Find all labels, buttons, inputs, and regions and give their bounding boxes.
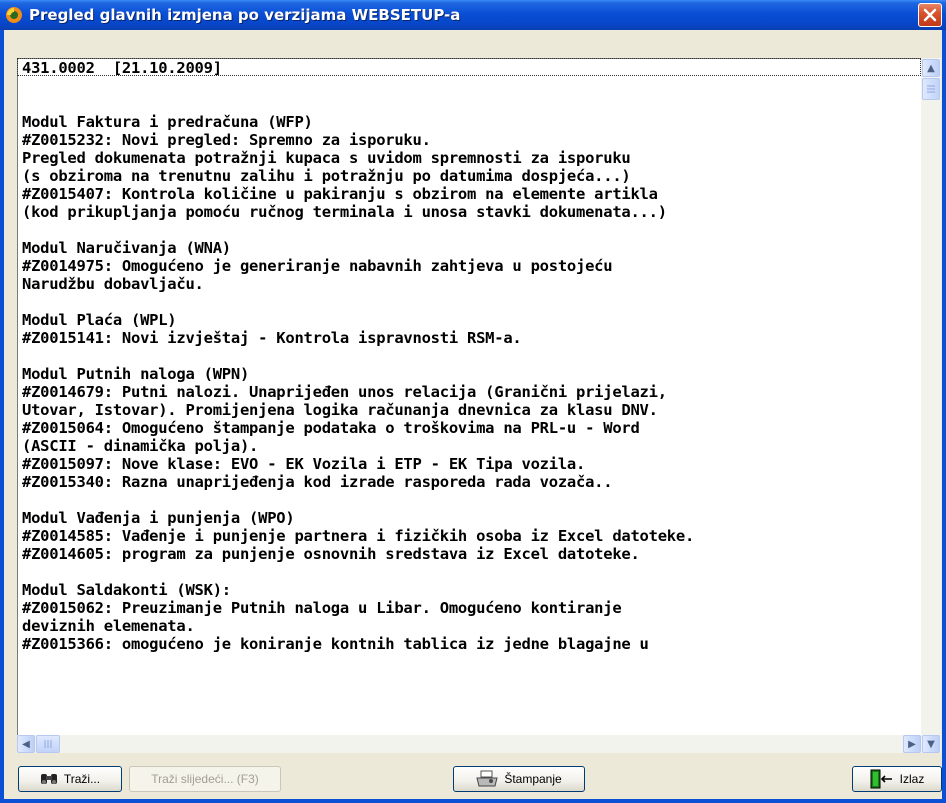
text-line: #Z0014585: Vađenje i punjenje partnera i… [22, 527, 695, 545]
text-line: #Z0015340: Razna unaprijeđenja kod izrad… [22, 473, 613, 491]
window-frame-left [0, 30, 4, 803]
text-line [22, 95, 694, 113]
window-frame-bottom [0, 799, 946, 803]
horizontal-scrollbar[interactable]: ◀ ▶ ▼ [17, 735, 941, 753]
close-button[interactable] [918, 3, 942, 27]
text-line: #Z0014975: Omogućeno je generiranje naba… [22, 257, 613, 275]
text-line: #Z0014679: Putni nalozi. Unaprijeđen uno… [22, 383, 667, 401]
window-title: Pregled glavnih izmjena po verzijama WEB… [29, 6, 461, 24]
text-line: (ASCII - dinamička polja). [22, 437, 259, 455]
text-line: #Z0015097: Nove klase: EVO - EK Vozila i… [22, 455, 586, 473]
find-button-label: Traži... [63, 772, 101, 786]
arrow-right-icon: ▶ [908, 739, 916, 750]
scroll-up-button[interactable]: ▲ [922, 59, 940, 77]
text-line: #Z0015141: Novi izvještaj - Kontrola isp… [22, 329, 522, 347]
find-next-button-label: Traži slijedeći... (F3) [151, 772, 259, 786]
text-line: (s obziroma na trenutnu zalihu i potražn… [22, 167, 631, 185]
find-button[interactable]: Traži... [18, 766, 122, 792]
exit-button[interactable]: Izlaz [852, 766, 942, 792]
vertical-scroll-thumb[interactable] [922, 78, 940, 100]
text-line [22, 347, 694, 365]
text-line: #Z0015407: Kontrola količine u pakiranju… [22, 185, 658, 203]
grip-icon [927, 85, 935, 93]
binoculars-icon [40, 774, 57, 784]
vertical-scrollbar[interactable]: ▲ [921, 58, 941, 735]
text-line: #Z0014605: program za punjenje osnovnih … [22, 545, 640, 563]
text-line: #Z0015062: Preuzimanje Putnih naloga u L… [22, 599, 622, 617]
text-line: Modul Putnih naloga (WPN) [22, 365, 250, 383]
changelog-text-area[interactable]: 431.0002 [21.10.2009] Modul Faktura i pr… [17, 58, 922, 736]
text-line: 431.0002 [21.10.2009] [22, 59, 222, 77]
text-line: #Z0015232: Novi pregled: Spremno za ispo… [22, 131, 431, 149]
print-button[interactable]: Štampanje [453, 766, 585, 792]
exit-button-label: Izlaz [899, 772, 925, 786]
scroll-left-button[interactable]: ◀ [17, 735, 35, 753]
horizontal-scroll-thumb[interactable] [36, 735, 60, 753]
text-line: Modul Saldakonti (WSK): [22, 581, 231, 599]
exit-door-icon [870, 769, 892, 789]
text-line [22, 491, 694, 509]
text-line [22, 77, 694, 95]
printer-icon [476, 770, 498, 787]
window-frame-right [942, 30, 946, 803]
text-line: Pregled dokumenata potražnji kupaca s uv… [22, 149, 631, 167]
text-line: Modul Vađenja i punjenja (WPO) [22, 509, 295, 527]
arrow-left-icon: ◀ [22, 739, 30, 750]
text-line: Modul Plaća (WPL) [22, 311, 177, 329]
close-icon [923, 8, 937, 22]
text-line: #Z0015064: Omogućeno štampanje podataka … [22, 419, 640, 437]
find-next-button[interactable]: Traži slijedeći... (F3) [129, 766, 281, 792]
scroll-right-button[interactable]: ▶ [903, 735, 921, 753]
text-line [22, 563, 694, 581]
text-line: deviznih elemenata. [22, 617, 195, 635]
scroll-down-button[interactable]: ▼ [922, 735, 940, 753]
text-line: Modul Faktura i predračuna (WFP) [22, 113, 313, 131]
changelog-text: 431.0002 [21.10.2009] Modul Faktura i pr… [22, 59, 694, 653]
title-bar: Pregled glavnih izmjena po verzijama WEB… [0, 0, 946, 30]
grip-icon [44, 740, 52, 748]
text-line: #Z0015366: omogućeno je koniranje kontni… [22, 635, 649, 653]
arrow-down-icon: ▼ [927, 739, 935, 750]
app-logo-icon [6, 7, 22, 23]
text-line: Utovar, Istovar). Promijenjena logika ra… [22, 401, 658, 419]
text-line [22, 293, 694, 311]
text-line: Narudžbu dobavljaču. [22, 275, 204, 293]
text-line: (kod prikupljanja pomoću ručnog terminal… [22, 203, 667, 221]
print-button-label: Štampanje [504, 772, 562, 786]
text-line: Modul Naručivanja (WNA) [22, 239, 231, 257]
text-line [22, 221, 694, 239]
arrow-up-icon: ▲ [927, 63, 935, 74]
